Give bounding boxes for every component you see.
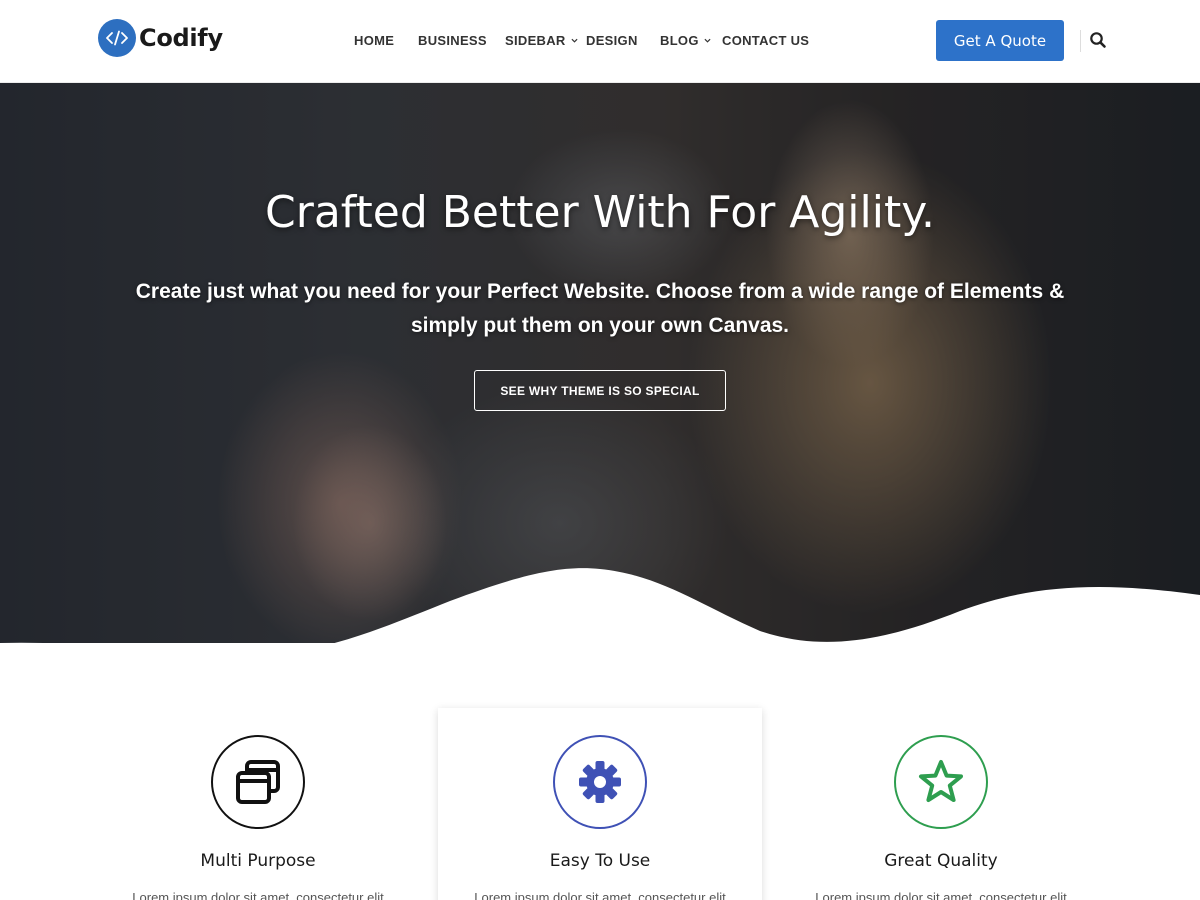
feature-easy-to-use: Easy To Use Lorem ipsum dolor sit amet, … <box>438 708 762 900</box>
hero-banner: Crafted Better With For Agility. Create … <box>0 83 1200 643</box>
search-button[interactable] <box>1088 30 1108 50</box>
chevron-down-icon <box>704 38 711 43</box>
search-icon <box>1090 32 1106 48</box>
nav-design[interactable]: DESIGN <box>586 33 638 48</box>
header-divider <box>1080 30 1081 52</box>
nav-sidebar[interactable]: SIDEBAR <box>505 33 578 48</box>
hero-title: Crafted Better With For Agility. <box>265 187 935 238</box>
feature-great-quality: Great Quality Lorem ipsum dolor sit amet… <box>779 708 1103 900</box>
nav-label: CONTACT US <box>722 33 810 48</box>
hero-subtitle-line: Create just what you need for your Perfe… <box>135 280 1065 303</box>
feature-text: Lorem ipsum dolor sit amet, consectetur … <box>132 890 384 900</box>
gear-icon <box>579 761 621 803</box>
nav-label: BUSINESS <box>418 33 487 48</box>
nav-contact-us[interactable]: CONTACT US <box>722 33 809 48</box>
nav-business[interactable]: BUSINESS <box>418 33 487 48</box>
site-logo[interactable]: Codify <box>98 19 223 57</box>
logo-text: Codify <box>139 24 223 52</box>
feature-text: Lorem ipsum dolor sit amet, consectetur … <box>474 890 726 900</box>
feature-icon-circle <box>553 735 647 829</box>
windows-icon <box>236 760 280 804</box>
site-header: Codify HOME BUSINESS SIDEBAR DESIGN BLOG… <box>0 0 1200 83</box>
nav-blog[interactable]: BLOG <box>660 33 711 48</box>
get-a-quote-button[interactable]: Get A Quote <box>936 20 1064 61</box>
nav-label: BLOG <box>660 33 699 48</box>
chevron-down-icon <box>571 38 578 43</box>
feature-text: Lorem ipsum dolor sit amet, consectetur … <box>815 890 1067 900</box>
nav-label: DESIGN <box>586 33 638 48</box>
hero-wave-divider <box>0 568 1200 643</box>
hero-subtitle: Create just what you need for your Perfe… <box>120 275 1080 343</box>
hero-subtitle-line: simply put them on your own Canvas. <box>410 314 790 337</box>
feature-icon-circle <box>211 735 305 829</box>
feature-icon-circle <box>894 735 988 829</box>
code-icon <box>98 19 136 57</box>
see-why-special-button[interactable]: SEE WHY THEME IS SO SPECIAL <box>474 370 726 411</box>
nav-label: HOME <box>354 33 395 48</box>
feature-title: Easy To Use <box>549 851 651 871</box>
feature-title: Multi Purpose <box>200 851 316 871</box>
nav-home[interactable]: HOME <box>354 33 394 48</box>
nav-label: SIDEBAR <box>505 33 566 48</box>
star-icon <box>919 760 963 802</box>
feature-title: Great Quality <box>884 851 998 871</box>
feature-multi-purpose: Multi Purpose Lorem ipsum dolor sit amet… <box>96 708 420 900</box>
